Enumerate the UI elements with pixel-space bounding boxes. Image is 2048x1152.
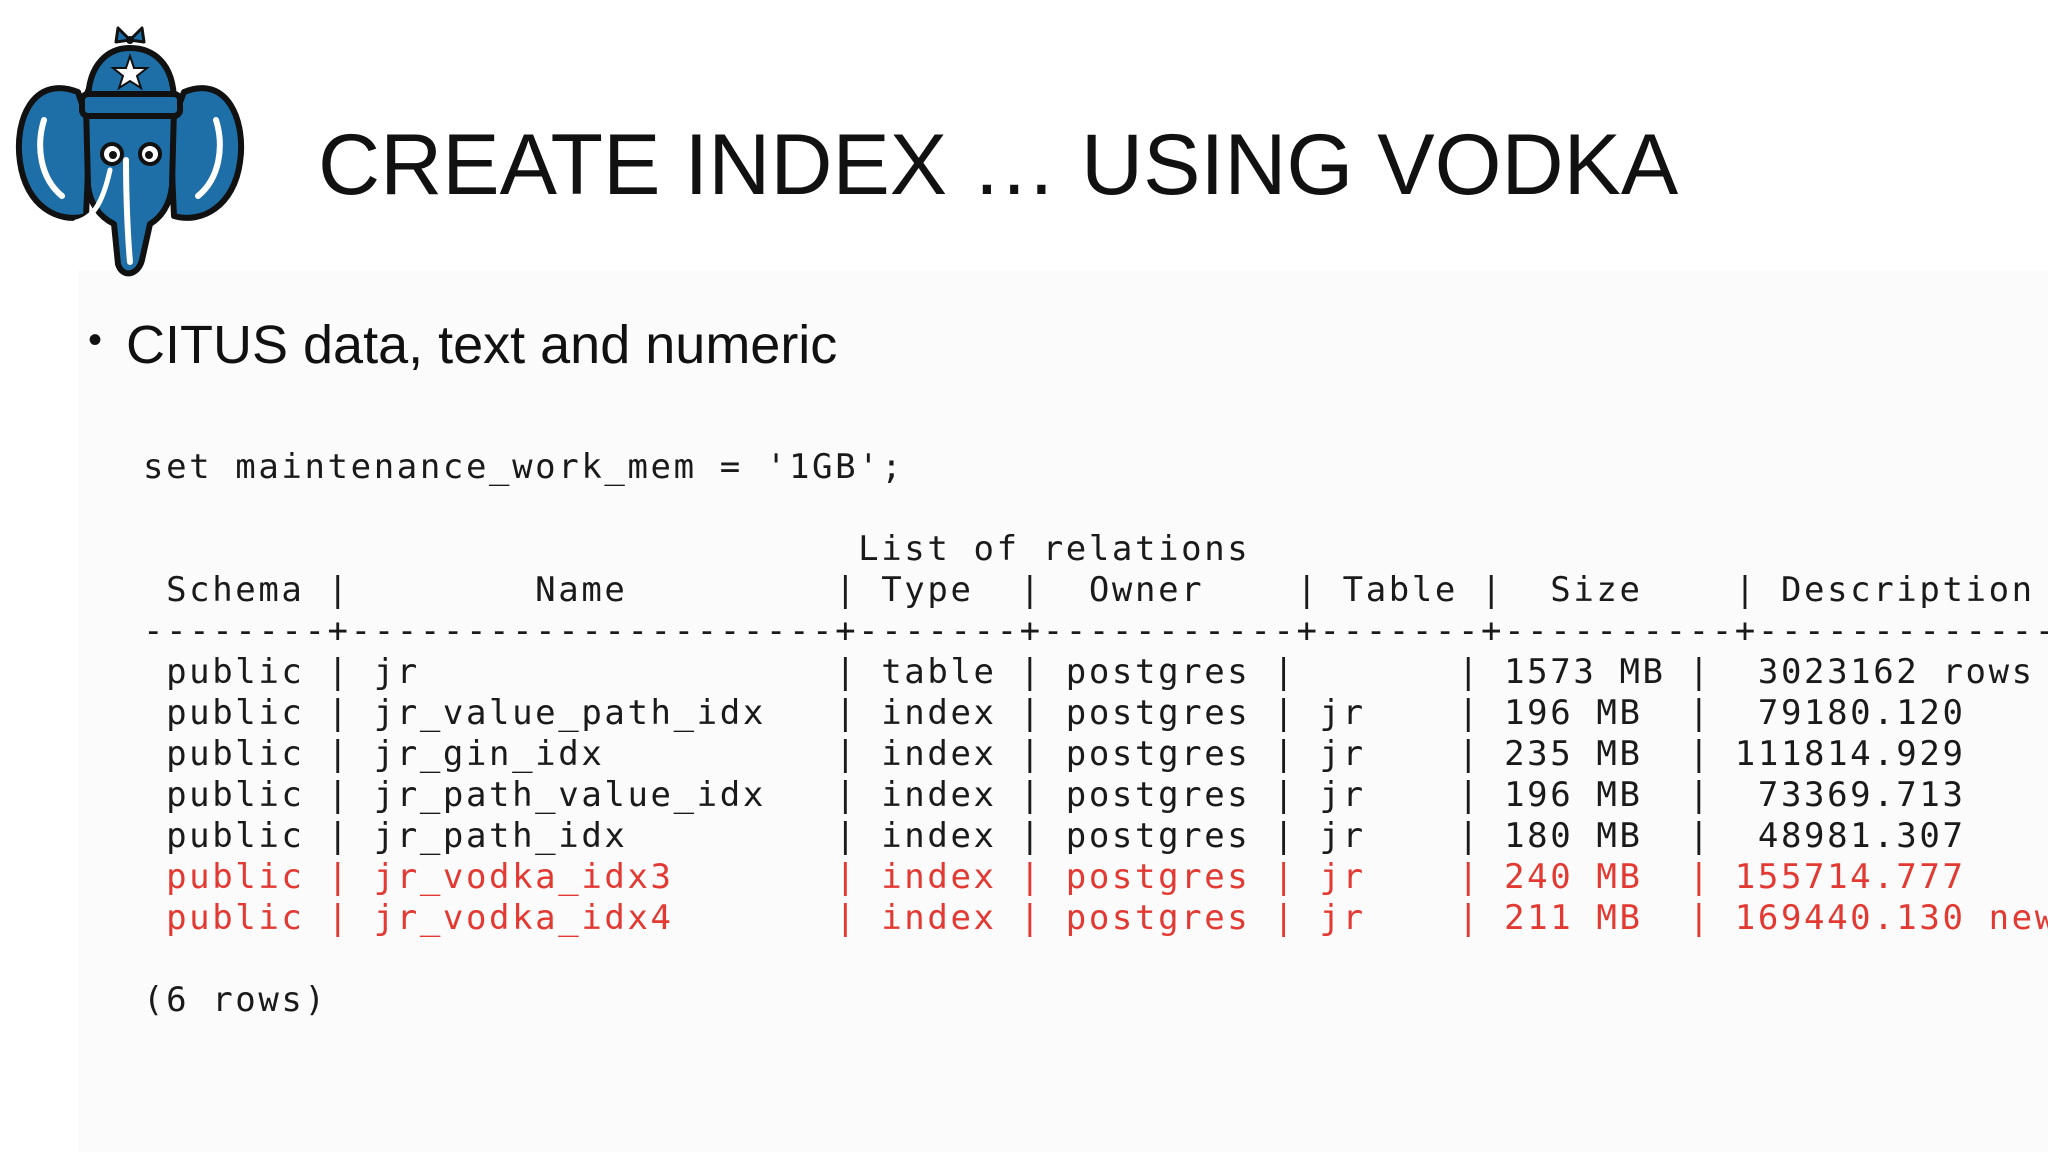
code-line: set maintenance_work_mem = '1GB';: [143, 447, 905, 487]
psql-output-block: set maintenance_work_mem = '1GB'; List o…: [143, 447, 2048, 1021]
bullet-item: • CITUS data, text and numeric: [88, 315, 838, 375]
code-line: public | jr_path_idx | index | postgres …: [143, 816, 1966, 856]
code-line: --------+---------------------+-------+-…: [143, 611, 2048, 651]
postgres-elephant-logo: [14, 10, 246, 288]
code-line: public | jr | table | postgres | | 1573 …: [143, 652, 2035, 692]
bullet-dot-icon: •: [88, 318, 103, 362]
code-line: Schema | Name | Type | Owner | Table | S…: [143, 570, 2035, 610]
bullet-text: CITUS data, text and numeric: [126, 315, 838, 375]
slide-title: CREATE INDEX … USING VODKA: [318, 117, 1679, 213]
code-line-highlighted: public | jr_vodka_idx4 | index | postgre…: [143, 898, 2048, 938]
code-line: List of relations: [143, 529, 1251, 569]
code-line: public | jr_path_value_idx | index | pos…: [143, 775, 1966, 815]
code-line: public | jr_gin_idx | index | postgres |…: [143, 734, 1966, 774]
code-line: public | jr_value_path_idx | index | pos…: [143, 693, 1966, 733]
slide: CREATE INDEX … USING VODKA • CITUS data, …: [0, 0, 2048, 1152]
code-line-highlighted: public | jr_vodka_idx3 | index | postgre…: [143, 857, 1966, 897]
code-line: (6 rows): [143, 980, 328, 1020]
